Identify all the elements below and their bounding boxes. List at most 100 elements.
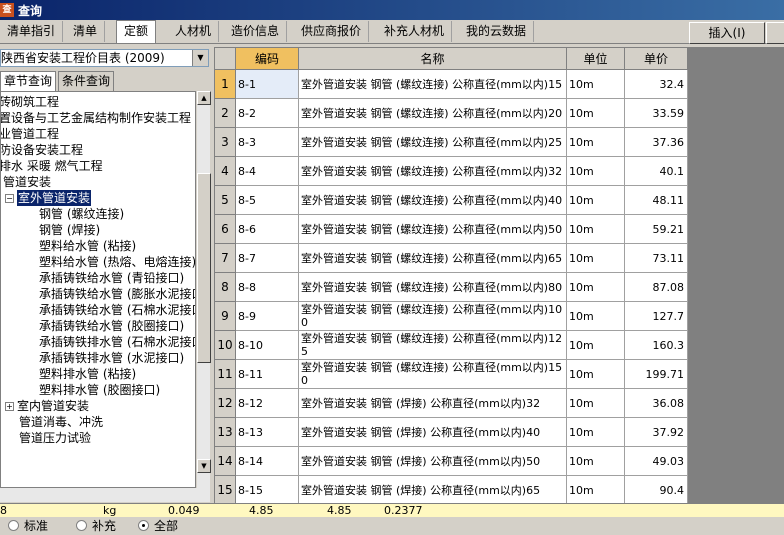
tree-item[interactable]: 排水 采暖 燃气工程 (1, 158, 103, 174)
table-row[interactable]: 8 8-8 室外管道安装 钢管 (螺纹连接) 公称直径(mm以内)80 10m 87.0… (214, 272, 688, 302)
cell-unit: 10m (566, 156, 625, 186)
tab-zaojia-xinxi[interactable]: 造价信息 (224, 21, 288, 42)
tree-item[interactable]: 承插铸铁给水管 (膨胀水泥接口) (39, 286, 195, 302)
table-row[interactable]: 11 8-11 室外管道安装 钢管 (螺纹连接) 公称直径(mm以内)150 10m 1… (214, 359, 688, 389)
cell-code: 8-4 (235, 156, 299, 186)
status-value: 4.85 (327, 504, 352, 517)
tree-item[interactable]: 承插铸铁给水管 (胶圈接口) (39, 318, 184, 334)
tree-item[interactable]: 室内管道安装 (17, 399, 89, 413)
header-name[interactable]: 名称 (298, 47, 567, 70)
tab-qingdan-zhiyin[interactable]: 清单指引 (0, 21, 64, 42)
radio-standard[interactable]: 标准 (8, 517, 48, 534)
table-row[interactable]: 5 8-5 室外管道安装 钢管 (螺纹连接) 公称直径(mm以内)40 10m 48.1… (214, 185, 688, 215)
header-unit[interactable]: 单位 (566, 47, 625, 70)
table-row[interactable]: 13 8-13 室外管道安装 钢管 (焊接) 公称直径(mm以内)40 10m 37.9… (214, 417, 688, 447)
tree-item[interactable]: 钢管 (焊接) (39, 222, 100, 238)
tree-item[interactable]: 塑料给水管 (粘接) (39, 238, 136, 254)
table-row[interactable]: 1 8-1 室外管道安装 钢管 (螺纹连接) 公称直径(mm以内)15 10m 32.4 (214, 69, 688, 99)
tab-rencaiji[interactable]: 人材机 (168, 21, 220, 42)
table-row[interactable]: 9 8-9 室外管道安装 钢管 (螺纹连接) 公称直径(mm以内)100 10m 127… (214, 301, 688, 331)
tree-node-collapsed: + 室内管道安装 (5, 398, 89, 414)
query-subtabs: 章节查询 条件查询 (0, 71, 210, 91)
cell-name: 室外管道安装 钢管 (焊接) 公称直径(mm以内)50 (298, 446, 567, 476)
radio-all[interactable]: 全部 (138, 517, 178, 534)
cell-name: 室外管道安装 钢管 (螺纹连接) 公称直径(mm以内)65 (298, 243, 567, 273)
scroll-down-icon[interactable]: ▼ (197, 459, 211, 473)
chevron-down-icon[interactable]: ▼ (192, 50, 208, 66)
table-row[interactable]: 3 8-3 室外管道安装 钢管 (螺纹连接) 公称直径(mm以内)25 10m 37.3… (214, 127, 688, 157)
header-price[interactable]: 单价 (624, 47, 688, 70)
scroll-thumb[interactable] (197, 173, 211, 363)
cell-code: 8-13 (235, 417, 299, 447)
radio-supplement[interactable]: 补充 (76, 517, 116, 534)
tab-dinge[interactable]: 定额 (116, 20, 157, 43)
expand-icon[interactable]: + (5, 402, 14, 411)
insert-button[interactable]: 插入(I) (689, 22, 765, 44)
cell-name: 室外管道安装 钢管 (焊接) 公称直径(mm以内)40 (298, 417, 567, 447)
tab-condition-query[interactable]: 条件查询 (58, 71, 115, 91)
cell-name: 室外管道安装 钢管 (螺纹连接) 公称直径(mm以内)20 (298, 98, 567, 128)
cell-unit: 10m (566, 127, 625, 157)
cell-name: 室外管道安装 钢管 (螺纹连接) 公称直径(mm以内)40 (298, 185, 567, 215)
tab-qingdan[interactable]: 清单 (66, 21, 106, 42)
table-row[interactable]: 7 8-7 室外管道安装 钢管 (螺纹连接) 公称直径(mm以内)65 10m 73.1… (214, 243, 688, 273)
tree-item[interactable]: 塑料排水管 (胶圈接口) (39, 382, 160, 398)
table-row[interactable]: 12 8-12 室外管道安装 钢管 (焊接) 公称直径(mm以内)32 10m 36.0… (214, 388, 688, 418)
tree-item[interactable]: 业管道工程 (1, 126, 59, 142)
table-row[interactable]: 2 8-2 室外管道安装 钢管 (螺纹连接) 公称直径(mm以内)20 10m 33.5… (214, 98, 688, 128)
cell-name: 室外管道安装 钢管 (螺纹连接) 公称直径(mm以内)32 (298, 156, 567, 186)
cell-code: 8-11 (235, 359, 299, 389)
tab-chapter-query[interactable]: 章节查询 (0, 71, 57, 91)
table-row[interactable]: 6 8-6 室外管道安装 钢管 (螺纹连接) 公称直径(mm以内)50 10m 59.2… (214, 214, 688, 244)
collapse-icon[interactable]: − (5, 194, 14, 203)
cell-code: 8-9 (235, 301, 299, 331)
tree-item[interactable]: 管道压力试验 (19, 430, 91, 446)
table-row[interactable]: 4 8-4 室外管道安装 钢管 (螺纹连接) 公称直径(mm以内)32 10m 40.1 (214, 156, 688, 186)
row-number: 12 (214, 388, 236, 418)
table-row[interactable]: 14 8-14 室外管道安装 钢管 (焊接) 公称直径(mm以内)50 10m 49.0… (214, 446, 688, 476)
chapter-tree: 砖砌筑工程 置设备与工艺金属结构制作安装工程 业管道工程 防设备安装工程 排水 … (0, 91, 196, 488)
header-code[interactable]: 编码 (235, 47, 299, 70)
row-number: 15 (214, 475, 236, 503)
cell-price: 199.71 (624, 359, 688, 389)
left-panel: 陕西省安装工程价目表 (2009) ▼ 章节查询 条件查询 砖砌筑工程 置设备与… (0, 45, 212, 533)
status-value: 4.85 (249, 504, 274, 517)
tab-bar: 清单指引 清单 定额 人材机 造价信息 供应商报价 补充人材机 我的云数据 (0, 20, 784, 44)
table-row[interactable]: 15 8-15 室外管道安装 钢管 (焊接) 公称直径(mm以内)65 10m 90.4 (214, 475, 688, 503)
cell-code: 8-3 (235, 127, 299, 157)
tab-buchong-rencaiji[interactable]: 补充人材机 (377, 21, 453, 42)
tree-item[interactable]: 承插铸铁给水管 (石棉水泥接口) (39, 302, 195, 318)
status-value: 0.049 (168, 504, 200, 517)
row-number: 8 (214, 272, 236, 302)
cell-unit: 10m (566, 69, 625, 99)
cell-unit: 10m (566, 475, 625, 503)
tree-item[interactable]: 砖砌筑工程 (1, 94, 59, 110)
tree-item-selected[interactable]: 室外管道安装 (17, 190, 92, 206)
catalog-select[interactable]: 陕西省安装工程价目表 (2009) ▼ (0, 49, 209, 67)
tree-horizontal-scrollbar[interactable] (0, 488, 210, 502)
cell-name: 室外管道安装 钢管 (焊接) 公称直径(mm以内)32 (298, 388, 567, 418)
tab-gongyingshang[interactable]: 供应商报价 (294, 21, 370, 42)
more-button[interactable] (766, 22, 784, 44)
cell-unit: 10m (566, 98, 625, 128)
scroll-up-icon[interactable]: ▲ (197, 91, 211, 105)
tree-item[interactable]: 管道消毒、冲洗 (19, 414, 103, 430)
tree-item[interactable]: 承插铸铁排水管 (石棉水泥接口) (39, 334, 195, 350)
tab-yun-shuju[interactable]: 我的云数据 (459, 21, 535, 42)
tree-vertical-scrollbar[interactable]: ▲ ▼ (196, 91, 211, 488)
row-number: 4 (214, 156, 236, 186)
tree-item[interactable]: 防设备安装工程 (1, 142, 83, 158)
table-row[interactable]: 10 8-10 室外管道安装 钢管 (螺纹连接) 公称直径(mm以内)125 10m 1… (214, 330, 688, 360)
tree-item[interactable]: 管道安装 (3, 174, 51, 190)
tree-item[interactable]: 塑料排水管 (粘接) (39, 366, 136, 382)
tree-item[interactable]: 置设备与工艺金属结构制作安装工程 (1, 110, 191, 126)
cell-unit: 10m (566, 214, 625, 244)
tree-item[interactable]: 钢管 (螺纹连接) (39, 206, 124, 222)
tree-item[interactable]: 塑料给水管 (热熔、电熔连接) (39, 254, 195, 270)
cell-name: 室外管道安装 钢管 (螺纹连接) 公称直径(mm以内)150 (298, 359, 567, 389)
tree-item[interactable]: 承插铸铁给水管 (青铅接口) (39, 270, 184, 286)
cell-name: 室外管道安装 钢管 (焊接) 公称直径(mm以内)65 (298, 475, 567, 503)
tree-item[interactable]: 承插铸铁排水管 (水泥接口) (39, 350, 184, 366)
radio-checked-icon (138, 520, 149, 531)
cell-price: 32.4 (624, 69, 688, 99)
